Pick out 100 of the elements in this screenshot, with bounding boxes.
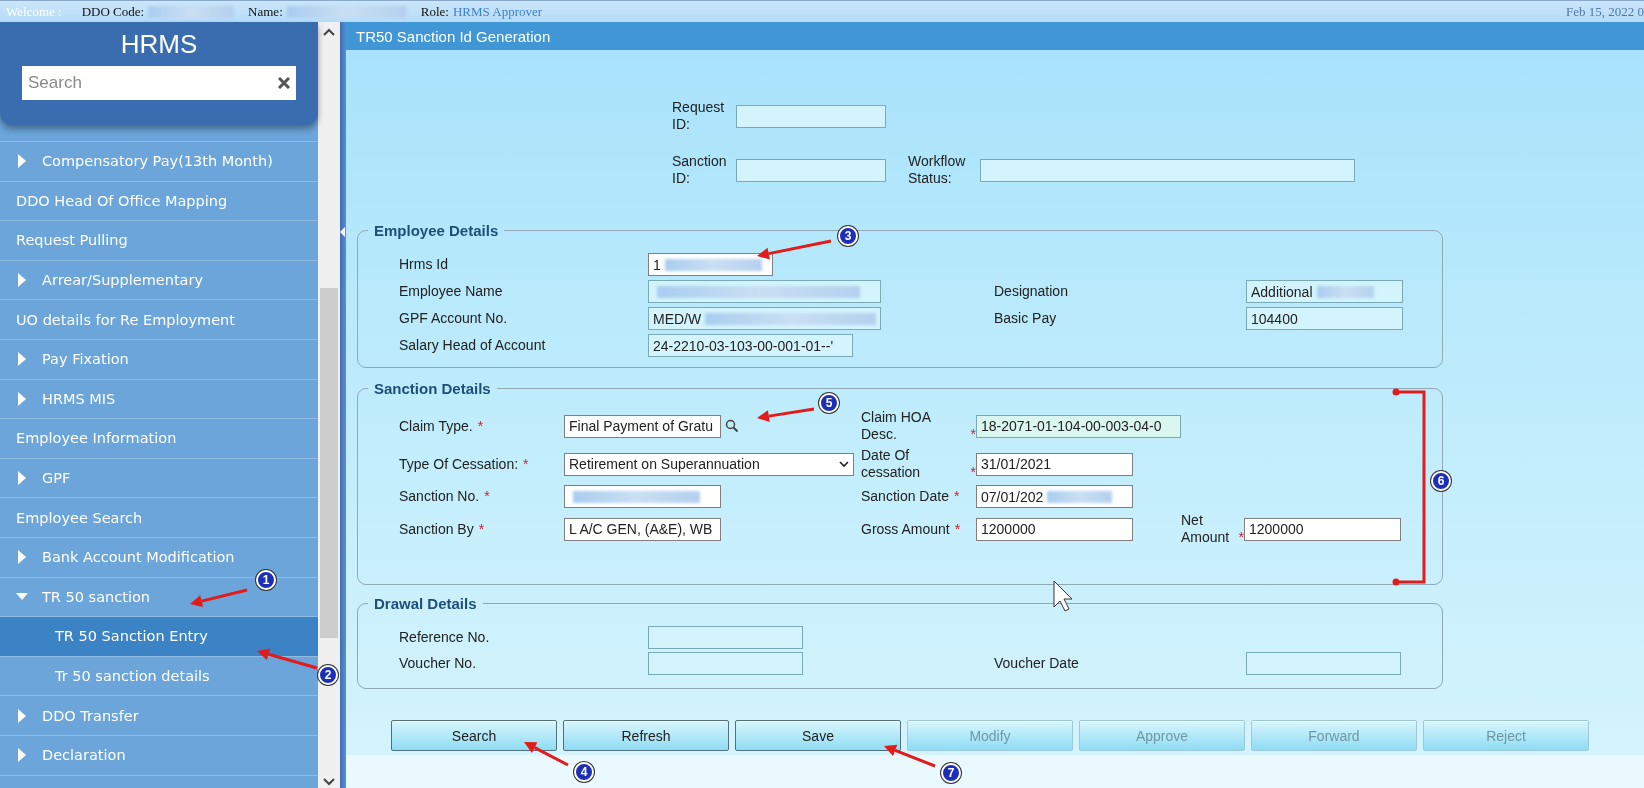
step-badge: 7 xyxy=(941,763,961,783)
redacted-blur xyxy=(1316,285,1374,298)
input-field[interactable] xyxy=(736,158,886,182)
field-label: Claim Type. xyxy=(399,417,473,435)
input-field[interactable]: 07/01/202 xyxy=(976,485,1133,508)
annotation-arrow xyxy=(757,407,815,423)
caret-icon xyxy=(16,550,28,565)
input-field[interactable] xyxy=(980,158,1355,182)
step-badge: 2 xyxy=(318,665,338,685)
step-badge: 5 xyxy=(819,393,839,413)
section-title: Drawal Details xyxy=(373,595,478,612)
field-label: Sanction ID: xyxy=(672,153,728,187)
input-field[interactable]: L A/C GEN, (A&E), WB xyxy=(564,517,721,541)
annotation-arrow xyxy=(257,648,318,670)
dropdown-field[interactable]: Retirement on Superannuation xyxy=(564,452,854,476)
menu-group[interactable]: Pay Fixation xyxy=(0,339,318,380)
step-badge: 6 xyxy=(1431,471,1451,491)
required-mark: * xyxy=(970,426,976,443)
date-text: Feb 15, 2022 0 xyxy=(1566,3,1644,20)
field-label: Workflow Status: xyxy=(908,153,967,187)
field-label: Type Of Cessation: xyxy=(399,455,519,473)
close-icon[interactable] xyxy=(278,77,290,89)
field-label: Request ID: xyxy=(672,99,726,133)
required-mark: * xyxy=(477,417,484,435)
menu-group[interactable]: DDO Transfer xyxy=(0,696,318,736)
action-button[interactable]: Save xyxy=(735,720,901,751)
search-field[interactable]: Search xyxy=(22,66,296,100)
mouse-pointer-icon xyxy=(1053,580,1073,612)
field-label: Employee Name xyxy=(399,283,503,300)
field-label: Voucher Date xyxy=(994,655,1079,672)
input-field[interactable]: Additional xyxy=(1246,280,1403,303)
menu-group[interactable]: Declaration xyxy=(0,735,318,776)
section-title: Employee Details xyxy=(373,222,500,239)
required-mark: * xyxy=(954,520,961,538)
field-label: Sanction No. xyxy=(399,488,480,505)
scrollbar[interactable] xyxy=(318,22,340,788)
annotation-arrow xyxy=(884,744,936,768)
role-text: HRMS Approver xyxy=(452,3,543,20)
welcome-text: Welcome : xyxy=(6,3,62,20)
caret-icon xyxy=(16,154,28,169)
caret-icon xyxy=(16,273,28,288)
field-label: Net Amount xyxy=(1181,512,1231,546)
required-mark: * xyxy=(478,520,485,538)
input-field[interactable] xyxy=(736,104,886,128)
section-title: Sanction Details xyxy=(373,380,492,397)
caret-icon xyxy=(16,391,28,406)
required-mark: * xyxy=(523,455,529,473)
step-badge: 1 xyxy=(256,570,276,590)
input-field[interactable]: 18-2071-01-104-00-003-04-0 xyxy=(976,414,1181,438)
name-label: Name: xyxy=(248,3,283,20)
caret-icon xyxy=(16,748,28,763)
menu-group[interactable]: GPF xyxy=(0,458,318,499)
field-label: Claim HOA Desc. xyxy=(861,409,932,443)
field-label: Salary Head of Account xyxy=(399,337,546,354)
field-label: Hrms Id xyxy=(399,256,448,273)
field-label: Reference No. xyxy=(399,629,490,646)
input-field[interactable] xyxy=(564,485,721,508)
menu-group[interactable]: HRMS MIS xyxy=(0,379,318,420)
field-label: Sanction Date xyxy=(861,488,949,505)
action-button[interactable]: Search xyxy=(391,720,557,751)
role-label: Role: xyxy=(420,3,449,20)
search-icon[interactable] xyxy=(725,419,739,433)
field-label: Date Of cessation xyxy=(861,447,922,481)
input-field[interactable] xyxy=(648,280,881,303)
input-field[interactable]: MED/W xyxy=(648,307,881,330)
input-field[interactable] xyxy=(648,652,803,675)
caret-icon xyxy=(16,352,28,367)
required-mark: * xyxy=(1238,529,1244,546)
input-field[interactable]: 31/01/2021 xyxy=(976,452,1133,476)
annotation-arrow xyxy=(524,742,569,767)
scroll-down-icon[interactable] xyxy=(323,776,335,786)
field-label: Gross Amount xyxy=(861,520,950,538)
action-button[interactable]: Refresh xyxy=(563,720,729,751)
required-mark: * xyxy=(970,464,976,481)
input-field[interactable]: 104400 xyxy=(1246,307,1403,330)
required-mark: * xyxy=(953,488,960,505)
input-field[interactable]: 1200000 xyxy=(1244,517,1401,541)
app-title: HRMS xyxy=(120,28,198,60)
input-field[interactable]: Final Payment of Gratu xyxy=(564,414,721,438)
annotation-arrow xyxy=(190,588,248,607)
step-badge: 3 xyxy=(838,226,858,246)
redacted-blur xyxy=(1047,490,1113,503)
field-label: Voucher No. xyxy=(399,655,477,672)
input-field[interactable] xyxy=(1246,652,1401,675)
input-field[interactable] xyxy=(648,626,803,649)
caret-icon xyxy=(16,471,28,486)
input-field[interactable]: 1200000 xyxy=(976,517,1133,541)
field-label: Designation xyxy=(994,283,1068,300)
required-mark: * xyxy=(484,488,490,505)
field-label: Sanction By xyxy=(399,520,474,538)
field-label: Basic Pay xyxy=(994,310,1057,327)
menu-item[interactable]: TR 50 Sanction Entry xyxy=(0,617,318,657)
input-field[interactable]: 24-2210-03-103-00-001-01--' xyxy=(648,334,853,357)
scroll-up-icon[interactable] xyxy=(323,28,335,38)
ddo-code-label: DDO Code: xyxy=(81,3,145,20)
caret-icon xyxy=(16,708,28,723)
caret-icon xyxy=(839,460,849,468)
menu-group[interactable]: Compensatory Pay(13th Month) xyxy=(0,142,318,182)
menu-group[interactable]: Arrear/Supplementary xyxy=(0,260,318,301)
input-field[interactable]: 1 xyxy=(648,253,773,276)
